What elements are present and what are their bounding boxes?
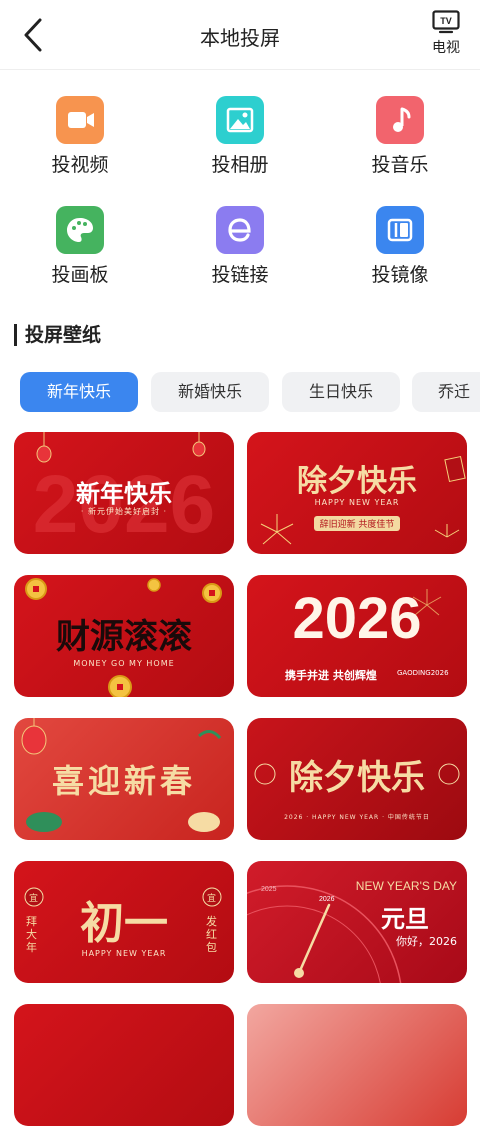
card-title: 2026 (292, 586, 422, 651)
card-title: 喜迎新春 (51, 762, 196, 800)
svg-text:TV: TV (440, 16, 452, 26)
mirror-icon (376, 206, 424, 254)
wallpaper-card[interactable]: 2026 携手并进 共创辉煌 GAODING2026 (247, 575, 467, 697)
cast-album-item[interactable]: 投相册 (180, 88, 300, 188)
page-title: 本地投屏 (200, 26, 280, 50)
card-title: 新年快乐 (76, 479, 172, 508)
card-subtitle: 你好，2026 (396, 935, 457, 948)
cast-link-item[interactable]: 投链接 (180, 198, 300, 298)
tab-new-year[interactable]: 新年快乐 (20, 372, 138, 412)
wallpaper-card[interactable]: 2026 新年快乐 · 新元伊始美好启封 · (14, 432, 234, 554)
wallpaper-card[interactable]: 喜迎新春 (14, 718, 234, 840)
video-icon (56, 96, 104, 144)
svg-text:2025: 2025 (261, 886, 277, 893)
image-icon (216, 96, 264, 144)
cast-album-label: 投相册 (211, 154, 269, 176)
tv-icon: TV (432, 10, 460, 34)
tv-button[interactable]: TV 电视 (426, 10, 466, 64)
card-subtitle: HAPPY NEW YEAR (314, 498, 400, 507)
cast-function-grid: 投视频 投相册 投音乐 投画板 投链接 投镜像 (0, 88, 480, 300)
cast-mirror-label: 投镜像 (371, 264, 429, 286)
card-title: 财源滚滚 (56, 617, 192, 657)
wallpaper-card[interactable] (247, 1004, 467, 1126)
wallpaper-card[interactable]: 2025 2026 NEW YEAR'S DAY 元旦 你好，2026 (247, 861, 467, 983)
cast-mirror-item[interactable]: 投镜像 (340, 198, 460, 298)
palette-icon (56, 206, 104, 254)
tab-birthday[interactable]: 生日快乐 (282, 372, 400, 412)
card-subtitle: MONEY GO MY HOME (73, 659, 175, 668)
card-subtitle: 2026 · HAPPY NEW YEAR · 中国传统节日 (284, 814, 430, 821)
top-bar: 本地投屏 TV 电视 (0, 0, 480, 70)
card-tagline: 辞旧迎新 共度佳节 (247, 512, 467, 531)
card-english-title: NEW YEAR'S DAY (355, 879, 457, 893)
card-title: 除夕快乐 (289, 758, 425, 798)
tab-wedding[interactable]: 新婚快乐 (151, 372, 269, 412)
card-title: 初一 (80, 898, 168, 949)
card-subtitle: · 新元伊始美好启封 · (80, 507, 168, 516)
cast-video-item[interactable]: 投视频 (20, 88, 140, 188)
card-tagline-pill: 辞旧迎新 共度佳节 (313, 516, 401, 531)
card-subtitle: 携手并进 共创辉煌 (285, 669, 377, 682)
section-title: 投屏壁纸 (14, 324, 101, 346)
wallpaper-grid: 2026 新年快乐 · 新元伊始美好启封 · 除夕快乐 HAPPY NEW YE… (0, 432, 480, 1126)
card-title: 元旦 (381, 905, 429, 933)
card-title: 除夕快乐 (297, 464, 417, 499)
card-subtitle: HAPPY NEW YEAR (81, 949, 167, 958)
svg-text:2026: 2026 (319, 896, 335, 903)
wallpaper-card[interactable]: 除夕快乐 2026 · HAPPY NEW YEAR · 中国传统节日 (247, 718, 467, 840)
cast-palette-item[interactable]: 投画板 (20, 198, 140, 298)
wallpaper-card[interactable]: 除夕快乐 HAPPY NEW YEAR 辞旧迎新 共度佳节 (247, 432, 467, 554)
link-e-icon (216, 206, 264, 254)
cast-music-item[interactable]: 投音乐 (340, 88, 460, 188)
wallpaper-card[interactable]: 财源滚滚 MONEY GO MY HOME (14, 575, 234, 697)
tab-housewarming[interactable]: 乔迁 (412, 372, 480, 412)
cast-link-label: 投链接 (211, 264, 269, 286)
cast-music-label: 投音乐 (371, 154, 429, 176)
wallpaper-card[interactable]: 宜 宜 拜大年 发红包 初一 HAPPY NEW YEAR (14, 861, 234, 983)
category-tabs: 新年快乐 新婚快乐 生日快乐 乔迁 (0, 372, 480, 412)
wallpaper-card[interactable] (14, 1004, 234, 1126)
card-brand: GAODING2026 (397, 669, 449, 677)
music-icon (376, 96, 424, 144)
cast-palette-label: 投画板 (51, 264, 109, 286)
cast-video-label: 投视频 (51, 154, 109, 176)
tv-label: 电视 (432, 40, 460, 56)
